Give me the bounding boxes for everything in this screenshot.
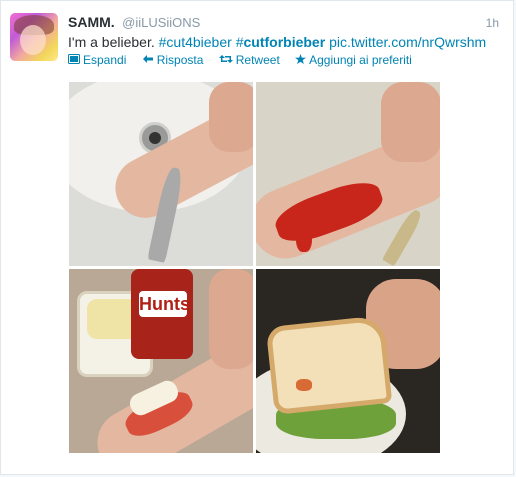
favorite-button[interactable]: Aggiungi ai preferiti bbox=[295, 53, 412, 67]
hand bbox=[209, 269, 253, 369]
avatar[interactable] bbox=[10, 13, 58, 61]
photo-sandwich[interactable] bbox=[256, 269, 440, 453]
tweet-header: SAMM. @iiLUSiiONS 1h bbox=[68, 14, 503, 32]
expand-button[interactable]: Espandi bbox=[68, 53, 126, 67]
retweet-icon bbox=[218, 53, 233, 67]
photo-arm-ketchup[interactable] bbox=[256, 82, 440, 266]
tweet-card[interactable]: SAMM. @iiLUSiiONS 1h I'm a belieber. #cu… bbox=[0, 0, 514, 475]
tweet-actions: Espandi Risposta Retweet Aggiungi ai pre… bbox=[68, 53, 424, 67]
hand bbox=[209, 82, 253, 152]
reply-button[interactable]: Risposta bbox=[142, 53, 204, 67]
photo-mayo-ketchup[interactable]: Hunts bbox=[69, 269, 253, 453]
tweet-text: I'm a belieber. #cut4bieber #cutforbiebe… bbox=[68, 34, 486, 50]
expand-label: Espandi bbox=[83, 53, 127, 67]
retweet-button[interactable]: Retweet bbox=[218, 53, 280, 67]
bottle-label: Hunts bbox=[139, 291, 190, 317]
user-handle[interactable]: @iiLUSiiONS bbox=[122, 15, 200, 30]
hashtag-word: cutforbieber bbox=[243, 34, 326, 50]
tweet-text-plain: I'm a belieber. bbox=[68, 34, 159, 50]
avatar-face bbox=[20, 25, 46, 55]
bread-slice bbox=[265, 315, 393, 415]
hand bbox=[381, 82, 440, 162]
media-icon bbox=[68, 53, 80, 67]
sauce-spot bbox=[296, 379, 312, 391]
timestamp[interactable]: 1h bbox=[486, 16, 499, 30]
pic-link[interactable]: pic.twitter.com/nrQwrshm bbox=[329, 34, 486, 50]
media-grid[interactable]: Hunts bbox=[67, 80, 441, 454]
display-name[interactable]: SAMM. bbox=[68, 14, 115, 30]
hashtag-cutforbieber[interactable]: #cutforbieber bbox=[236, 34, 325, 50]
favorite-label: Aggiungi ai preferiti bbox=[309, 53, 412, 67]
retweet-label: Retweet bbox=[235, 53, 280, 67]
hashtag-cut4bieber[interactable]: #cut4bieber bbox=[159, 34, 232, 50]
reply-label: Risposta bbox=[156, 53, 204, 67]
star-icon bbox=[295, 53, 307, 67]
photo-sink-knife[interactable] bbox=[69, 82, 253, 266]
ketchup-drip bbox=[296, 222, 312, 252]
reply-arrow-icon bbox=[142, 53, 154, 67]
